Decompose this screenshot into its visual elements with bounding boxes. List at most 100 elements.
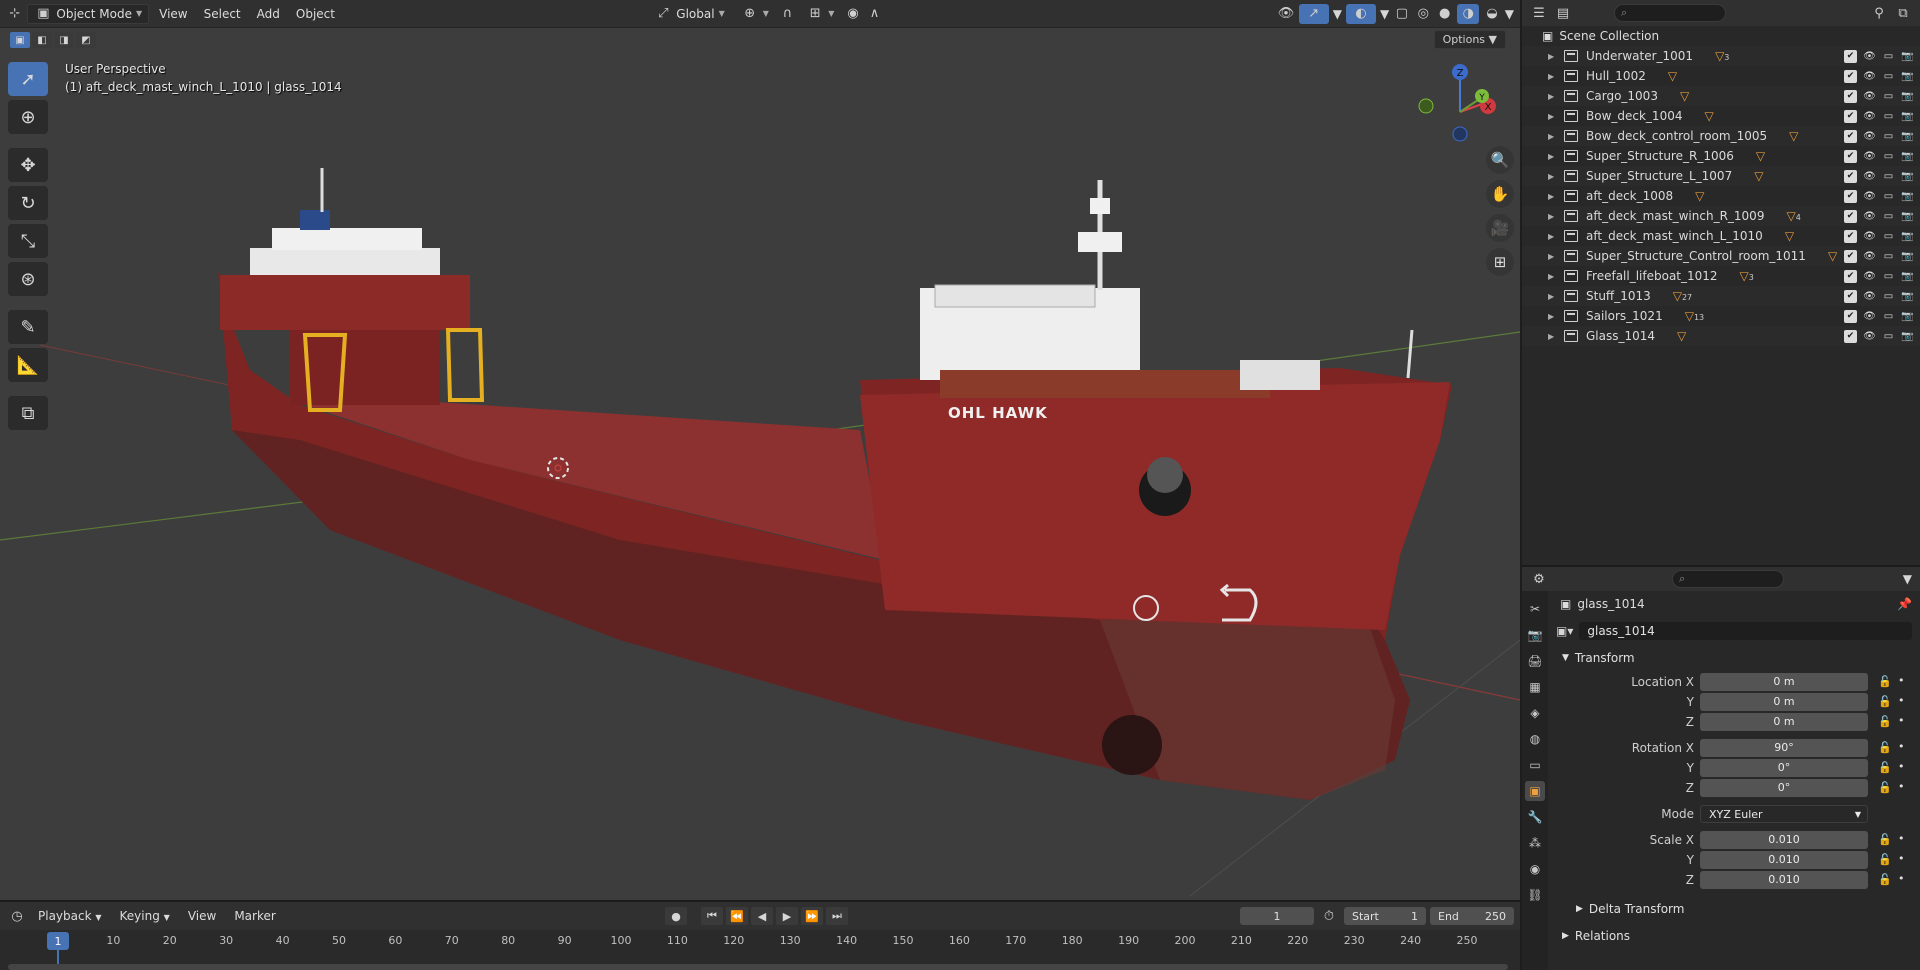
rotation-z-field[interactable]: 0° <box>1700 779 1868 797</box>
rotation-y-field[interactable]: 0° <box>1700 759 1868 777</box>
exclude-checkbox-icon[interactable]: ✔ <box>1844 49 1857 63</box>
exclude-checkbox-icon[interactable]: ✔ <box>1844 289 1857 303</box>
cursor-tool[interactable]: ⊕ <box>8 100 48 134</box>
3d-viewport[interactable]: ⊹ ▣ Object Mode ▼ View Select Add Object… <box>0 0 1520 900</box>
world-tab-icon[interactable]: ◍ <box>1525 729 1545 749</box>
rotate-tool[interactable]: ↻ <box>8 186 48 220</box>
snap-target-dropdown[interactable]: ⊞ ▼ <box>800 4 840 24</box>
orientation-dropdown[interactable]: ⤢ Global ▼ <box>648 4 730 24</box>
next-keyframe-icon[interactable]: ⏩ <box>801 907 823 925</box>
viewport-display-icon[interactable]: ▭ <box>1882 250 1895 263</box>
keyframe-dot-icon[interactable]: • <box>1898 872 1905 885</box>
mesh-data-icon[interactable]: ▽ <box>1673 289 1682 303</box>
timeline-editor[interactable]: ◷ Playback ▼ Keying ▼ View Marker ● ⏮ ⏪ … <box>0 900 1520 970</box>
menu-select[interactable]: Select <box>198 4 247 24</box>
chevron-down-icon[interactable]: ▼ <box>1380 7 1389 21</box>
constraints-tab-icon[interactable]: ⛓ <box>1525 885 1545 905</box>
location-z-field[interactable]: 0 m <box>1700 713 1868 731</box>
snap-icon[interactable]: ∩ <box>779 5 796 23</box>
clock-editor-icon[interactable]: ◷ <box>8 907 26 925</box>
chevron-right-icon[interactable]: ▶ <box>1548 172 1554 181</box>
collection-tab-icon[interactable]: ▭ <box>1525 755 1545 775</box>
menu-keying[interactable]: Keying ▼ <box>114 909 176 923</box>
mesh-data-icon[interactable]: ▽ <box>1668 69 1677 83</box>
viewport-display-icon[interactable]: ▭ <box>1882 290 1895 303</box>
mode-dropdown[interactable]: ▣ Object Mode ▼ <box>27 3 150 24</box>
outliner-row[interactable]: ▶ Super_Structure_Control_room_1011 ▽ ✔ 👁 ▭ 📷 <box>1522 246 1920 266</box>
scene-collection-row[interactable]: ▣ Scene Collection <box>1522 26 1920 46</box>
xray-icon[interactable]: ▢ <box>1393 5 1410 23</box>
keyframe-dot-icon[interactable]: • <box>1898 780 1905 793</box>
editor-type-icon[interactable]: ⊹ <box>6 5 23 23</box>
chevron-right-icon[interactable]: ▶ <box>1548 332 1554 341</box>
outliner-row[interactable]: ▶ Freefall_lifeboat_1012 ▽3 ✔ 👁 ▭ 📷 <box>1522 266 1920 286</box>
exclude-checkbox-icon[interactable]: ✔ <box>1844 129 1857 143</box>
render-camera-icon[interactable]: 📷 <box>1901 170 1914 183</box>
outliner-editor-icon[interactable]: ☰ <box>1530 4 1548 22</box>
viewport-display-icon[interactable]: ▭ <box>1882 150 1895 163</box>
eye-icon[interactable]: 👁 <box>1863 250 1876 263</box>
exclude-checkbox-icon[interactable]: ✔ <box>1844 329 1857 343</box>
transform-tool[interactable]: ⊛ <box>8 262 48 296</box>
chevron-right-icon[interactable]: ▶ <box>1548 212 1554 221</box>
render-camera-icon[interactable]: 📷 <box>1901 190 1914 203</box>
render-camera-icon[interactable]: 📷 <box>1901 210 1914 223</box>
chevron-right-icon[interactable]: ▶ <box>1548 52 1554 61</box>
viewport-display-icon[interactable]: ▭ <box>1882 90 1895 103</box>
exclude-checkbox-icon[interactable]: ✔ <box>1844 169 1857 183</box>
outliner-row[interactable]: ▶ Glass_1014 ▽ ✔ 👁 ▭ 📷 <box>1522 326 1920 346</box>
menu-timeline-view[interactable]: View <box>182 909 222 923</box>
menu-object[interactable]: Object <box>290 4 341 24</box>
viewport-display-icon[interactable]: ▭ <box>1882 190 1895 203</box>
eye-icon[interactable]: 👁 <box>1863 70 1876 83</box>
play-icon[interactable]: ▶ <box>776 907 798 925</box>
render-tab-icon[interactable]: 📷 <box>1525 625 1545 645</box>
scale-y-field[interactable]: 0.010 <box>1700 851 1868 869</box>
mesh-data-icon[interactable]: ▽ <box>1785 229 1794 243</box>
eye-icon[interactable]: 👁 <box>1863 130 1876 143</box>
viewport-display-icon[interactable]: ▭ <box>1882 230 1895 243</box>
zoom-icon[interactable]: 🔍 <box>1486 146 1514 174</box>
select-new-icon[interactable]: ▣ <box>10 32 30 48</box>
outliner-row[interactable]: ▶ Cargo_1003 ▽ ✔ 👁 ▭ 📷 <box>1522 86 1920 106</box>
end-frame-field[interactable]: End 250 <box>1430 907 1514 925</box>
mesh-data-icon[interactable]: ▽ <box>1789 129 1798 143</box>
outliner-row[interactable]: ▶ Super_Structure_R_1006 ▽ ✔ 👁 ▭ 📷 <box>1522 146 1920 166</box>
chevron-right-icon[interactable]: ▶ <box>1548 232 1554 241</box>
view-layer-tab-icon[interactable]: ▦ <box>1525 677 1545 697</box>
material-shading-button[interactable]: ◑ <box>1457 3 1480 24</box>
falloff-icon[interactable]: ∧ <box>866 5 883 23</box>
lock-icon[interactable]: 🔓 <box>1878 675 1892 688</box>
outliner-row[interactable]: ▶ Hull_1002 ▽ ✔ 👁 ▭ 📷 <box>1522 66 1920 86</box>
viewport-display-icon[interactable]: ▭ <box>1882 170 1895 183</box>
chevron-right-icon[interactable]: ▶ <box>1548 92 1554 101</box>
prev-keyframe-icon[interactable]: ⏪ <box>726 907 748 925</box>
eye-icon[interactable]: 👁 <box>1863 230 1876 243</box>
viewport-display-icon[interactable]: ▭ <box>1882 50 1895 63</box>
lock-icon[interactable]: 🔓 <box>1878 833 1892 846</box>
exclude-checkbox-icon[interactable]: ✔ <box>1844 109 1857 123</box>
rotation-x-field[interactable]: 90° <box>1700 739 1868 757</box>
lock-icon[interactable]: 🔓 <box>1878 715 1892 728</box>
exclude-checkbox-icon[interactable]: ✔ <box>1844 209 1857 223</box>
eye-icon[interactable]: 👁 <box>1863 90 1876 103</box>
render-camera-icon[interactable]: 📷 <box>1901 90 1914 103</box>
timeline-scrollbar[interactable] <box>8 964 1508 970</box>
keyframe-dot-icon[interactable]: • <box>1898 760 1905 773</box>
menu-add[interactable]: Add <box>251 4 286 24</box>
chevron-down-icon[interactable]: ▼ <box>1333 7 1342 21</box>
mesh-data-icon[interactable]: ▽ <box>1740 269 1749 283</box>
outliner-row[interactable]: ▶ Underwater_1001 ▽3 ✔ 👁 ▭ 📷 <box>1522 46 1920 66</box>
select-intersect-icon[interactable]: ◩ <box>76 32 96 48</box>
object-tab-icon[interactable]: ▣ <box>1525 781 1545 801</box>
pan-hand-icon[interactable]: ✋ <box>1486 180 1514 208</box>
properties-editor[interactable]: ⚙ ⌕ ▼ ✂ 📷 🖨 ▦ ◈ ◍ ▭ ▣ 🔧 ⁂ ◉ ⛓ ▣ glass_10… <box>1522 565 1920 970</box>
mesh-data-icon[interactable]: ▽ <box>1828 249 1837 263</box>
outliner[interactable]: ☰ ▤ ⌕ ⚲ ⧉ ▣ Scene Collection ▶ Underwater… <box>1522 0 1920 565</box>
proportional-edit-icon[interactable]: ◉ <box>844 5 861 23</box>
eye-icon[interactable]: 👁 <box>1863 270 1876 283</box>
new-collection-icon[interactable]: ⧉ <box>1894 4 1912 22</box>
viewport-display-icon[interactable]: ▭ <box>1882 310 1895 323</box>
menu-playback[interactable]: Playback ▼ <box>32 909 108 923</box>
scale-x-field[interactable]: 0.010 <box>1700 831 1868 849</box>
